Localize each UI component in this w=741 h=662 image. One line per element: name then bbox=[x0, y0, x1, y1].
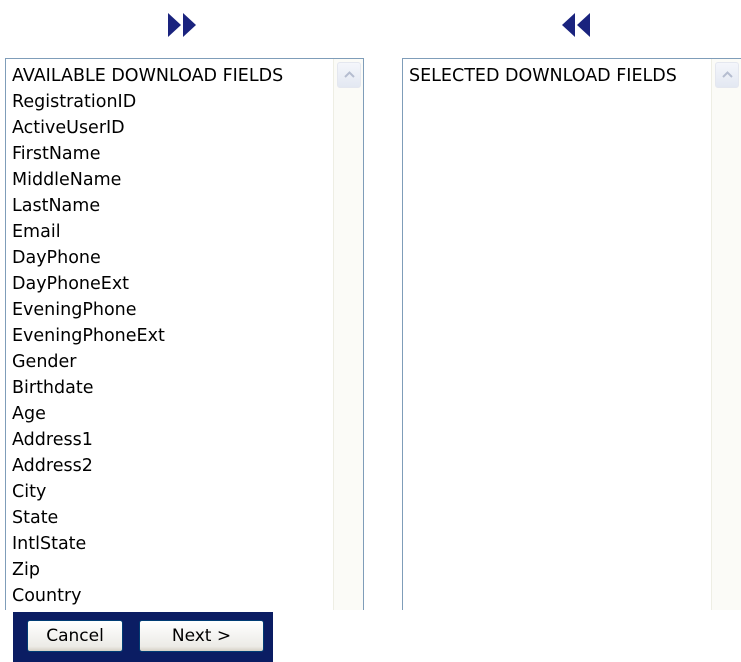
selected-fields-items: SELECTED DOWNLOAD FIELDS bbox=[403, 59, 741, 89]
scroll-up-button[interactable] bbox=[715, 62, 739, 88]
double-chevron-left-icon bbox=[562, 13, 590, 37]
available-fields-items: AVAILABLE DOWNLOAD FIELDS RegistrationID… bbox=[6, 59, 363, 609]
field-option[interactable]: LastName bbox=[12, 193, 363, 219]
field-option[interactable]: Country bbox=[12, 583, 363, 609]
field-option[interactable]: Email bbox=[12, 219, 363, 245]
field-option[interactable]: Age bbox=[12, 401, 363, 427]
selected-fields-listbox[interactable]: SELECTED DOWNLOAD FIELDS bbox=[402, 58, 741, 610]
field-option[interactable]: Address2 bbox=[12, 453, 363, 479]
selected-fields-header[interactable]: SELECTED DOWNLOAD FIELDS bbox=[409, 63, 741, 89]
field-option[interactable]: ActiveUserID bbox=[12, 115, 363, 141]
move-right-button[interactable] bbox=[165, 10, 201, 40]
field-option[interactable]: IntlState bbox=[12, 531, 363, 557]
selected-scrollbar[interactable] bbox=[711, 59, 741, 610]
available-scrollbar[interactable] bbox=[333, 59, 363, 610]
scroll-up-button[interactable] bbox=[337, 62, 361, 88]
field-option[interactable]: Zip bbox=[12, 557, 363, 583]
field-option[interactable]: EveningPhone bbox=[12, 297, 363, 323]
field-option[interactable]: FirstName bbox=[12, 141, 363, 167]
available-fields-listbox[interactable]: AVAILABLE DOWNLOAD FIELDS RegistrationID… bbox=[5, 58, 364, 610]
field-option[interactable]: City bbox=[12, 479, 363, 505]
chevron-up-icon bbox=[721, 71, 733, 78]
field-option[interactable]: Birthdate bbox=[12, 375, 363, 401]
field-option[interactable]: DayPhone bbox=[12, 245, 363, 271]
field-option[interactable]: EveningPhoneExt bbox=[12, 323, 363, 349]
double-chevron-right-icon bbox=[168, 13, 196, 37]
field-option[interactable]: State bbox=[12, 505, 363, 531]
field-option[interactable]: MiddleName bbox=[12, 167, 363, 193]
field-option[interactable]: DayPhoneExt bbox=[12, 271, 363, 297]
button-bar: Cancel Next > bbox=[13, 612, 273, 662]
field-option[interactable]: RegistrationID bbox=[12, 89, 363, 115]
available-fields-header[interactable]: AVAILABLE DOWNLOAD FIELDS bbox=[12, 63, 363, 89]
move-left-button[interactable] bbox=[557, 10, 593, 40]
chevron-up-icon bbox=[343, 71, 355, 78]
field-option[interactable]: Address1 bbox=[12, 427, 363, 453]
cancel-button[interactable]: Cancel bbox=[27, 620, 123, 652]
field-option[interactable]: Gender bbox=[12, 349, 363, 375]
next-button[interactable]: Next > bbox=[139, 620, 264, 652]
